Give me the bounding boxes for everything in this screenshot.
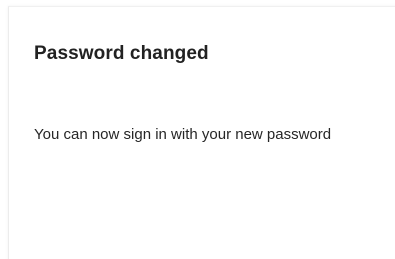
card-title: Password changed (34, 43, 209, 64)
password-changed-card: Password changed You can now sign in wit… (8, 6, 395, 259)
card-message: You can now sign in with your new passwo… (34, 126, 332, 143)
